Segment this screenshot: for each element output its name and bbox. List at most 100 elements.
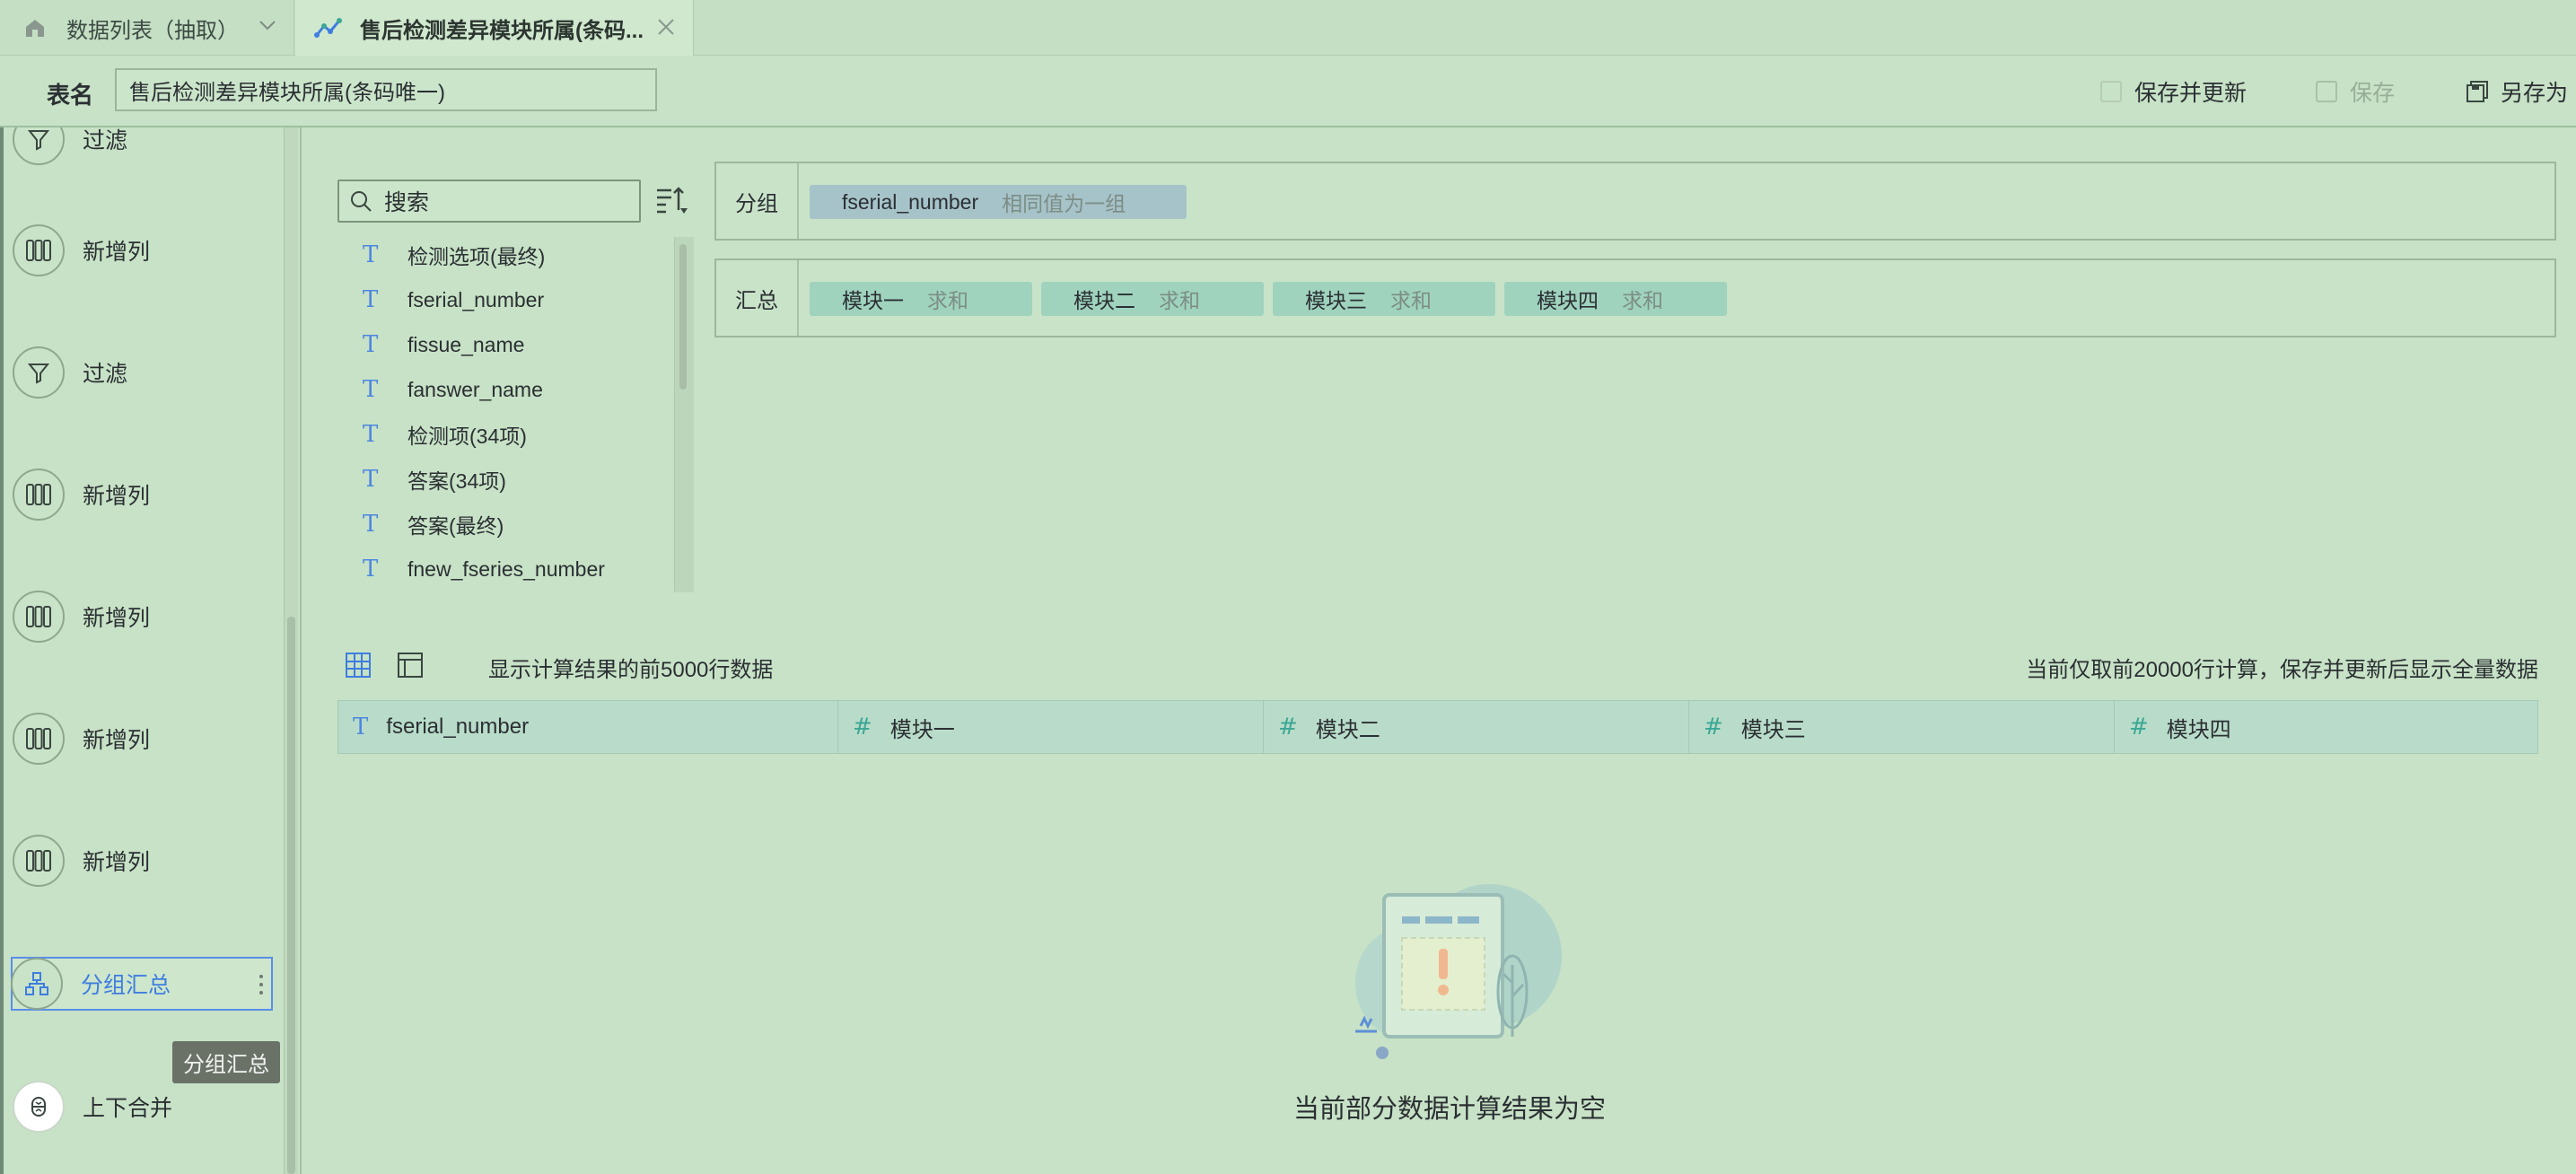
- step-label: 新增列: [83, 728, 151, 753]
- chip-mode[interactable]: 相同值为一组: [1002, 187, 1126, 217]
- sidebar-edge: [0, 127, 4, 1174]
- table-view-icon[interactable]: [345, 652, 372, 683]
- number-type-icon: #: [853, 714, 872, 740]
- number-type-icon: #: [1704, 714, 1723, 740]
- group-field-chip[interactable]: fserial_number 相同值为一组: [810, 185, 1187, 219]
- field-name: 答案(34项): [407, 469, 506, 493]
- tab-bar: 数据列表（抽取） 售后检测差异模块所属(条码...: [0, 0, 2576, 56]
- field-item[interactable]: Tfserial_number: [363, 282, 544, 318]
- column-header[interactable]: # 模块三: [1689, 701, 2115, 753]
- field-name: fanswer_name: [407, 377, 543, 401]
- number-type-icon: #: [1278, 714, 1298, 740]
- field-item[interactable]: Tfissue_name: [363, 327, 524, 363]
- preview-message: 显示计算结果的前5000行数据: [488, 658, 774, 682]
- field-name: fserial_number: [407, 287, 545, 311]
- add-column-icon: [13, 469, 65, 521]
- column-header[interactable]: # 模块一: [838, 701, 1264, 753]
- step-add-column-5[interactable]: 新增列: [13, 833, 273, 889]
- save-and-update-label: 保存并更新: [2134, 81, 2247, 106]
- group-summary-icon: [11, 958, 63, 1010]
- chip-field: fserial_number: [842, 189, 979, 214]
- field-item[interactable]: T 答案(最终): [363, 506, 504, 542]
- chip-field: 模块一: [842, 289, 904, 312]
- step-label: 新增列: [83, 484, 151, 509]
- field-item[interactable]: Tfnew_fseries_number: [363, 551, 605, 587]
- tab-current-table[interactable]: 售后检测差异模块所属(条码...: [295, 0, 694, 56]
- step-label: 上下合并: [83, 1096, 173, 1121]
- step-label: 新增列: [83, 240, 151, 265]
- tab-current-table-label: 售后检测差异模块所属(条码...: [360, 18, 644, 43]
- save-as-icon: [2465, 79, 2490, 104]
- table-name-input[interactable]: [115, 68, 657, 111]
- table-name-label: 表名: [47, 82, 94, 109]
- chip-agg[interactable]: 求和: [1622, 284, 1663, 314]
- field-name: fnew_fseries_number: [407, 556, 605, 581]
- field-name: 答案(最终): [407, 514, 504, 538]
- filter-icon: [13, 346, 65, 399]
- layout-view-icon[interactable]: [397, 652, 424, 683]
- tab-data-list[interactable]: 数据列表（抽取）: [0, 0, 294, 56]
- step-add-column-2[interactable]: 新增列: [13, 467, 273, 522]
- summary-config-row: 汇总 模块一 求和 模块二 求和 模块三 求和 模块四 求和: [714, 258, 2556, 337]
- save-icon: [2316, 81, 2337, 102]
- summary-field-chip[interactable]: 模块二 求和: [1041, 282, 1264, 316]
- step-filter-2[interactable]: 过滤: [13, 345, 273, 400]
- add-column-icon: [13, 835, 65, 887]
- step-merge[interactable]: 上下合并: [13, 1079, 273, 1135]
- save-label: 保存: [2350, 81, 2396, 106]
- column-header[interactable]: # 模块四: [2115, 701, 2537, 753]
- sort-icon[interactable]: [653, 183, 689, 223]
- step-filter-1[interactable]: 过滤: [13, 127, 273, 167]
- table-header: 表名 保存并更新 保存 另存为: [0, 56, 2576, 127]
- step-add-column-3[interactable]: 新增列: [13, 589, 273, 644]
- column-header[interactable]: # 模块二: [1264, 701, 1689, 753]
- more-options-icon[interactable]: [258, 973, 264, 1003]
- chip-agg[interactable]: 求和: [1159, 284, 1200, 314]
- field-panel: 搜索 T 检测选项(最终) Tfserial_number Tfissue_nam…: [337, 180, 698, 592]
- summary-field-chip[interactable]: 模块一 求和: [810, 282, 1032, 316]
- preview-toolbar: 显示计算结果的前5000行数据 当前仅取前20000行计算，保存并更新后显示全量…: [337, 644, 2545, 684]
- field-item[interactable]: T 检测项(34项): [363, 416, 527, 452]
- column-name: 模块二: [1315, 717, 1380, 742]
- field-item[interactable]: T 答案(34项): [363, 461, 506, 497]
- group-label: 分组: [716, 163, 799, 239]
- search-box[interactable]: 搜索: [337, 180, 641, 223]
- search-icon: [348, 188, 373, 214]
- step-add-column-4[interactable]: 新增列: [13, 711, 273, 767]
- save-as-button[interactable]: 另存为: [2465, 75, 2568, 108]
- sidebar-scrollbar-thumb[interactable]: [287, 617, 295, 1174]
- save-button[interactable]: 保存: [2316, 75, 2395, 108]
- step-label: 过滤: [83, 128, 128, 153]
- field-list-scrollbar-thumb[interactable]: [679, 244, 687, 390]
- summary-field-chip[interactable]: 模块四 求和: [1504, 282, 1727, 316]
- chevron-down-icon[interactable]: [257, 14, 278, 42]
- column-header[interactable]: Tfserial_number: [338, 701, 838, 753]
- field-item[interactable]: Tfanswer_name: [363, 372, 543, 407]
- summary-field-chip[interactable]: 模块三 求和: [1273, 282, 1495, 316]
- chip-field: 模块四: [1537, 289, 1599, 312]
- step-group-summary[interactable]: 分组汇总: [11, 957, 273, 1011]
- text-type-icon: T: [363, 286, 379, 313]
- chip-field: 模块三: [1305, 289, 1367, 312]
- tab-data-list-label: 数据列表（抽取）: [66, 18, 239, 43]
- save-update-icon: [2100, 81, 2122, 102]
- chip-agg[interactable]: 求和: [927, 284, 968, 314]
- filter-icon: [13, 127, 65, 165]
- search-input[interactable]: 搜索: [384, 185, 429, 217]
- empty-state-text: 当前部分数据计算结果为空: [1292, 1095, 1606, 1124]
- add-column-icon: [13, 591, 65, 643]
- number-type-icon: #: [2129, 714, 2149, 740]
- field-list-scrollbar[interactable]: [674, 237, 694, 592]
- field-name: fissue_name: [407, 332, 525, 356]
- chip-agg[interactable]: 求和: [1390, 284, 1432, 314]
- step-label: 新增列: [83, 606, 151, 631]
- column-name: fserial_number: [386, 714, 530, 739]
- close-icon[interactable]: [653, 14, 679, 46]
- text-type-icon: T: [363, 376, 379, 403]
- text-type-icon: T: [363, 511, 379, 538]
- save-and-update-button[interactable]: 保存并更新: [2100, 75, 2247, 108]
- step-label: 过滤: [83, 362, 128, 387]
- field-item[interactable]: T 检测选项(最终): [363, 237, 545, 273]
- step-add-column-1[interactable]: 新增列: [13, 223, 273, 278]
- column-name: 模块三: [1740, 717, 1806, 742]
